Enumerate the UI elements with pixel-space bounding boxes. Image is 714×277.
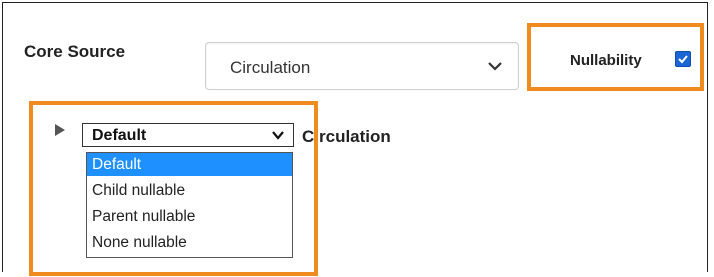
dropdown-highlight bbox=[29, 101, 318, 276]
nullability-checkbox[interactable] bbox=[675, 51, 691, 67]
core-source-label: Core Source bbox=[24, 42, 126, 61]
chevron-down-icon bbox=[488, 62, 502, 71]
checkmark-icon bbox=[678, 55, 688, 64]
nullability-label: Nullability bbox=[570, 52, 642, 69]
core-source-select[interactable]: Circulation bbox=[205, 42, 519, 90]
nullability-highlight: Nullability bbox=[527, 23, 704, 91]
core-source-value: Circulation bbox=[230, 58, 311, 77]
page: { "core_source": { "label": "Core Source… bbox=[0, 0, 714, 277]
